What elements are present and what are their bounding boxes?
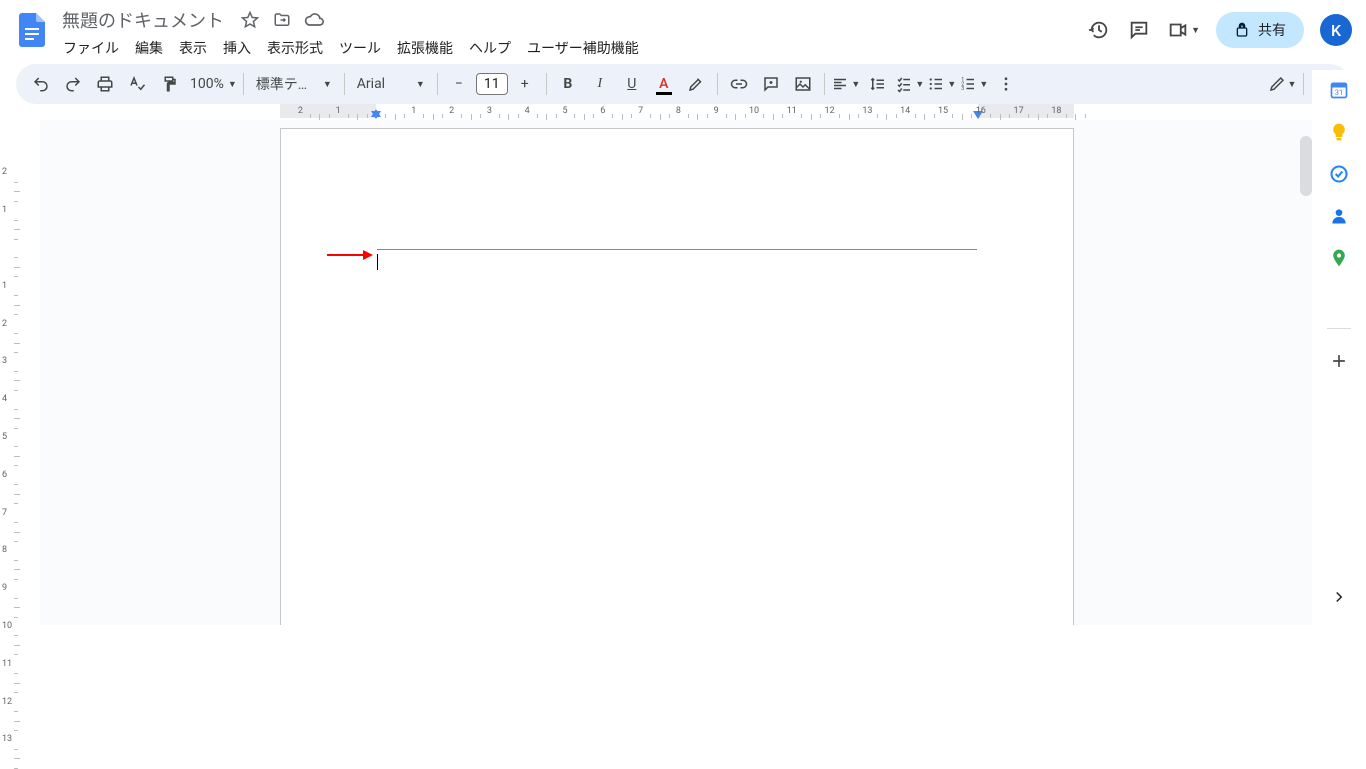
align-button[interactable]: ▼ (831, 69, 861, 99)
underline-button[interactable]: U (617, 69, 647, 99)
vertical-scrollbar-thumb[interactable] (1300, 136, 1312, 196)
docs-logo[interactable] (14, 12, 50, 48)
increase-font-button[interactable]: + (510, 69, 540, 99)
separator (344, 73, 345, 95)
menu-insert[interactable]: 挿入 (216, 34, 258, 62)
share-button[interactable]: 共有 (1216, 12, 1304, 48)
menu-help[interactable]: ヘルプ (462, 34, 518, 62)
annotation-arrow-icon (325, 247, 373, 267)
get-addons-icon[interactable] (1329, 351, 1349, 371)
horizontal-ruler[interactable]: 12123456789101112131415161718 (40, 104, 1300, 120)
calendar-icon[interactable]: 31 (1329, 80, 1349, 100)
separator (546, 73, 547, 95)
header: 無題のドキュメント ファイル 編集 表示 挿入 表示形式 ツール 拡張機能 ヘル… (0, 0, 1366, 64)
side-panel: 31 (1312, 70, 1366, 625)
svg-text:3: 3 (962, 86, 965, 92)
vertical-ruler[interactable]: 1212345678910111213 (0, 120, 20, 625)
page-content[interactable] (377, 249, 977, 270)
numbered-list-button[interactable]: 123▼ (959, 69, 989, 99)
decrease-font-button[interactable]: − (444, 69, 474, 99)
horizontal-rule (377, 249, 977, 250)
menu-file[interactable]: ファイル (56, 34, 126, 62)
tasks-icon[interactable] (1329, 164, 1349, 184)
star-icon[interactable] (238, 8, 262, 32)
undo-button[interactable] (26, 69, 56, 99)
separator (437, 73, 438, 95)
font-family-select[interactable]: Arial▼ (351, 69, 431, 99)
page[interactable] (280, 128, 1074, 625)
move-icon[interactable] (270, 8, 294, 32)
separator (1303, 73, 1304, 95)
separator (243, 73, 244, 95)
spellcheck-button[interactable] (122, 69, 152, 99)
paragraph-style-select[interactable]: 標準テキ...▼ (250, 69, 338, 99)
bold-button[interactable]: B (553, 69, 583, 99)
text-cursor (377, 254, 378, 270)
share-label: 共有 (1258, 20, 1286, 40)
left-indent-marker[interactable] (371, 111, 381, 119)
header-actions: ▼ 共有 K (1087, 12, 1352, 48)
document-title[interactable]: 無題のドキュメント (56, 6, 230, 34)
paint-format-button[interactable] (154, 69, 184, 99)
highlight-color-button[interactable] (681, 69, 711, 99)
cloud-status-icon[interactable] (302, 8, 326, 32)
redo-button[interactable] (58, 69, 88, 99)
toolbar: 100%▼ 標準テキ...▼ Arial▼ − 11 + B I U A ▼ ▼… (16, 64, 1350, 104)
insert-image-button[interactable] (788, 69, 818, 99)
bulleted-list-button[interactable]: ▼ (927, 69, 957, 99)
caret-down-icon: ▼ (1191, 25, 1200, 36)
menu-extensions[interactable]: 拡張機能 (390, 34, 460, 62)
contacts-icon[interactable] (1329, 206, 1349, 226)
maps-icon[interactable] (1329, 248, 1349, 268)
more-options-button[interactable] (991, 69, 1021, 99)
menu-accessibility[interactable]: ユーザー補助機能 (520, 34, 646, 62)
menu-format[interactable]: 表示形式 (260, 34, 330, 62)
separator (824, 73, 825, 95)
text-color-button[interactable]: A (649, 69, 679, 99)
avatar[interactable]: K (1320, 14, 1352, 46)
keep-icon[interactable] (1329, 122, 1349, 142)
meet-dropdown[interactable]: ▼ (1167, 19, 1200, 41)
comments-icon[interactable] (1127, 18, 1151, 42)
line-spacing-button[interactable] (863, 69, 893, 99)
menu-view[interactable]: 表示 (172, 34, 214, 62)
separator (717, 73, 718, 95)
menu-tools[interactable]: ツール (332, 34, 388, 62)
editing-mode-button[interactable]: ▼ (1267, 69, 1297, 99)
checklist-button[interactable]: ▼ (895, 69, 925, 99)
history-icon[interactable] (1087, 18, 1111, 42)
font-size-input[interactable]: 11 (476, 73, 508, 95)
title-area: 無題のドキュメント ファイル 編集 表示 挿入 表示形式 ツール 拡張機能 ヘル… (56, 8, 1087, 62)
print-button[interactable] (90, 69, 120, 99)
zoom-select[interactable]: 100%▼ (186, 69, 237, 99)
title-row: 無題のドキュメント (56, 8, 1087, 32)
add-comment-button[interactable] (756, 69, 786, 99)
svg-text:31: 31 (1335, 88, 1343, 97)
side-panel-collapse-icon[interactable] (1327, 585, 1351, 609)
document-scroll-area[interactable] (40, 120, 1312, 625)
document-container: 1212345678910111213 12123456789101112131… (0, 104, 1312, 625)
menu-bar: ファイル 編集 表示 挿入 表示形式 ツール 拡張機能 ヘルプ ユーザー補助機能 (56, 34, 1087, 62)
insert-link-button[interactable] (724, 69, 754, 99)
menu-edit[interactable]: 編集 (128, 34, 170, 62)
ruler-area: 12123456789101112131415161718 (40, 104, 1312, 625)
italic-button[interactable]: I (585, 69, 615, 99)
